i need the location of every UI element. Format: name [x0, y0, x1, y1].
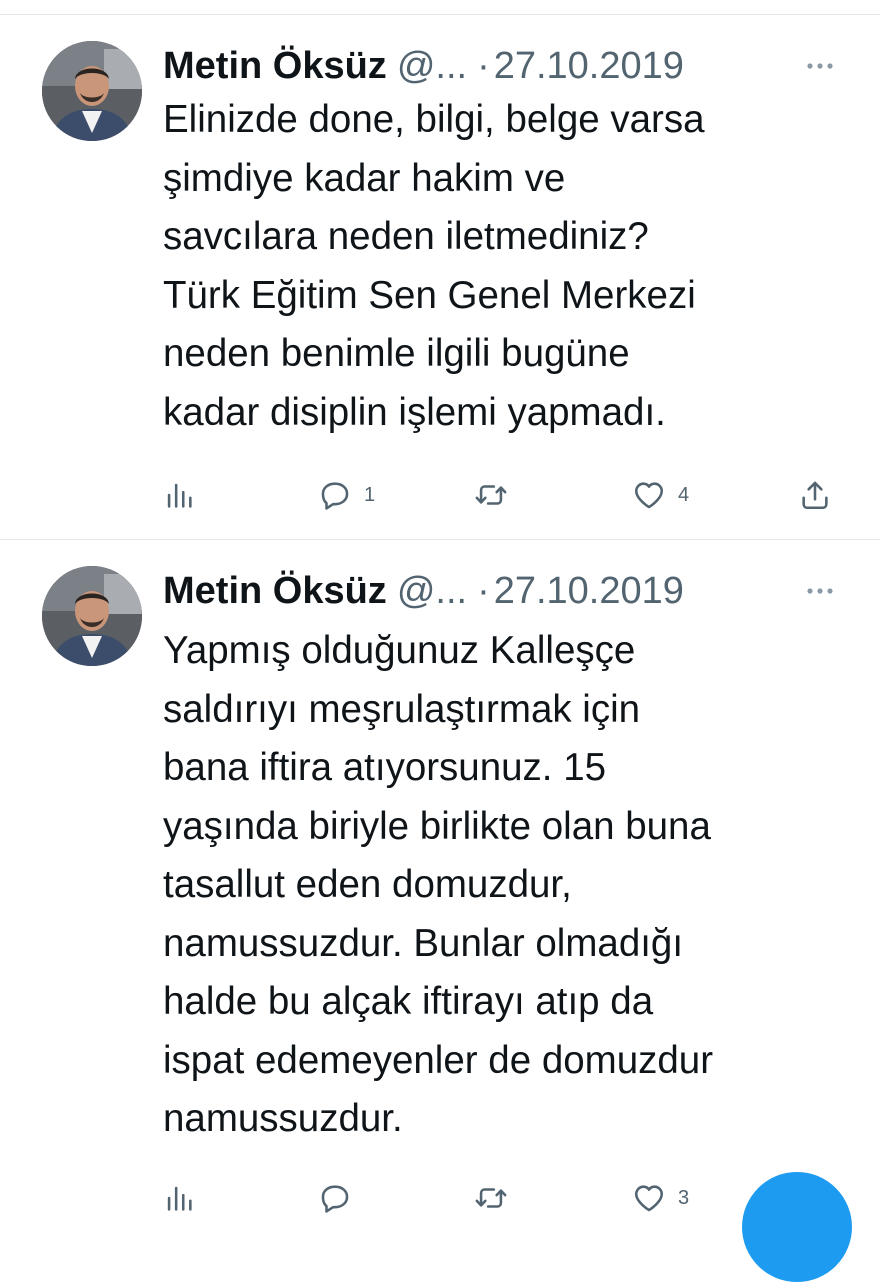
- heart-icon: [632, 1181, 666, 1215]
- author-handle[interactable]: @...: [397, 566, 467, 616]
- more-icon[interactable]: [800, 51, 840, 81]
- tweet-actions: 1 4: [0, 475, 880, 515]
- heart-icon: [632, 478, 666, 512]
- like-button[interactable]: 4: [632, 475, 689, 515]
- like-count: 3: [678, 1186, 690, 1209]
- avatar[interactable]: [42, 566, 142, 666]
- top-divider: [0, 14, 880, 15]
- retweet-icon: [474, 1181, 508, 1215]
- share-icon: [798, 478, 832, 512]
- analytics-button[interactable]: [162, 1178, 196, 1218]
- analytics-icon: [162, 1181, 196, 1215]
- reply-icon: [318, 478, 352, 512]
- share-button[interactable]: [798, 475, 832, 515]
- tweet[interactable]: Metin Öksüz @... · 27.10.2019 Elinizde d…: [0, 41, 880, 521]
- tweet-date[interactable]: 27.10.2019: [494, 566, 684, 616]
- tweet-header: Metin Öksüz @... · 27.10.2019: [163, 566, 863, 616]
- reply-count: 1: [364, 483, 376, 506]
- author-name[interactable]: Metin Öksüz: [163, 41, 387, 91]
- like-count: 4: [678, 483, 690, 506]
- author-name[interactable]: Metin Öksüz: [163, 566, 387, 616]
- tweet[interactable]: Metin Öksüz @... · 27.10.2019 Yapmış old…: [0, 566, 880, 1200]
- header-separator: ·: [477, 570, 490, 612]
- more-icon[interactable]: [800, 576, 840, 606]
- tweet-divider: [0, 539, 880, 540]
- tweet-header: Metin Öksüz @... · 27.10.2019: [163, 41, 863, 91]
- tweet-date[interactable]: 27.10.2019: [494, 41, 684, 91]
- avatar[interactable]: [42, 41, 142, 141]
- retweet-button[interactable]: [474, 475, 508, 515]
- retweet-button[interactable]: [474, 1178, 508, 1218]
- author-handle[interactable]: @...: [397, 41, 467, 91]
- retweet-icon: [474, 478, 508, 512]
- header-separator: ·: [477, 45, 490, 87]
- analytics-icon: [162, 478, 196, 512]
- tweet-text: Yapmış olduğunuz Kalleşçe saldırıyı meşr…: [163, 629, 714, 1140]
- compose-tweet-button[interactable]: [742, 1172, 852, 1282]
- reply-button[interactable]: 1: [318, 475, 375, 515]
- reply-icon: [318, 1181, 352, 1215]
- reply-button[interactable]: [318, 1178, 364, 1218]
- like-button[interactable]: 3: [632, 1178, 689, 1218]
- analytics-button[interactable]: [162, 475, 196, 515]
- tweet-text: Elinizde done, bilgi, belge varsa şimdiy…: [163, 98, 705, 434]
